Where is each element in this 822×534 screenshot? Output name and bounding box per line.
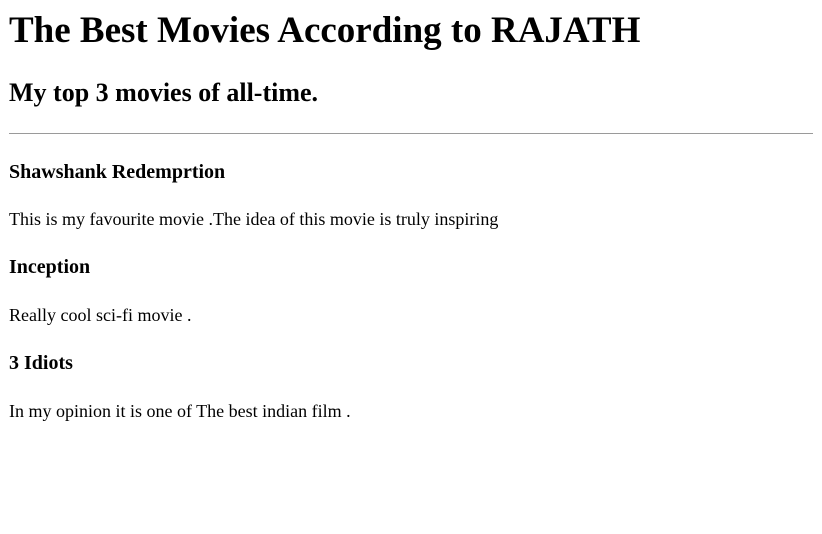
movie-list: Shawshank Redemprtion This is my favouri… <box>9 160 813 422</box>
page-title: The Best Movies According to RAJATH <box>9 10 641 51</box>
divider <box>9 133 813 134</box>
movie-description: This is my favourite movie .The idea of … <box>9 209 499 229</box>
movie-description: Really cool sci-fi movie . <box>9 305 192 325</box>
movie-title: Shawshank Redemprtion <box>9 161 226 183</box>
movie-title: Inception <box>9 256 91 278</box>
movie-title: 3 Idiots <box>9 352 73 374</box>
page-subtitle: My top 3 movies of all-time. <box>9 78 319 107</box>
movie-description: In my opinion it is one of The best indi… <box>9 401 351 421</box>
page: The Best Movies According to RAJATH My t… <box>0 10 822 422</box>
